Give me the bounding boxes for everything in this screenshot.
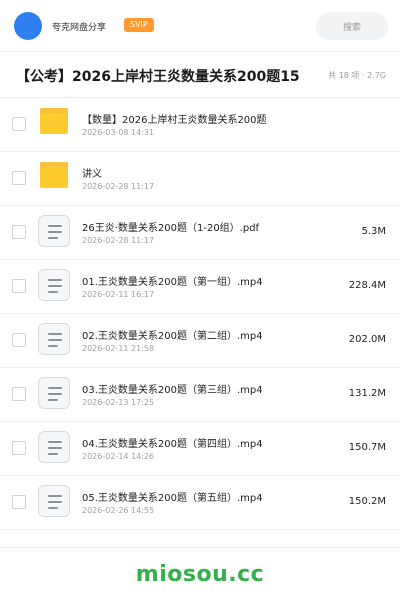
file-date: 2026-02-11 16:17 [82,290,155,299]
file-row[interactable]: 讲义 2026-02-28 11:17 [0,152,400,206]
row-checkbox[interactable] [12,171,26,185]
row-checkbox[interactable] [12,495,26,509]
document-icon [38,215,70,249]
file-row[interactable]: 05.王炎数量关系200题（第五组）.mp4 2026-02-26 14:55 … [0,476,400,530]
title-row: 【公考】2026上岸村王炎数量关系200题15 共 18 项 · 2.7G [0,52,400,98]
file-size: 131.2M [348,388,386,399]
document-icon [38,485,70,519]
file-size: 150.7M [348,442,386,453]
file-row[interactable]: 03.王炎数量关系200题（第三组）.mp4 2026-02-13 17:25 … [0,368,400,422]
avatar[interactable] [14,12,42,40]
file-date: 2026-02-11 21:58 [82,344,155,353]
file-date: 2026-02-14 14:26 [82,452,155,461]
row-checkbox[interactable] [12,117,26,131]
file-name: 02.王炎数量关系200题（第二组）.mp4 [82,331,263,342]
watermark: miosou.cc [135,561,265,587]
file-date: 2026-03-08 14:31 [82,128,155,137]
file-name: 26王炎·数量关系200题（1-20组）.pdf [82,223,260,234]
document-icon [38,269,70,303]
file-name: 【数量】2026上岸村王炎数量关系200题 [82,115,267,126]
file-row[interactable]: 02.王炎数量关系200题（第二组）.mp4 2026-02-11 21:58 … [0,314,400,368]
row-checkbox[interactable] [12,225,26,239]
row-checkbox[interactable] [12,441,26,455]
file-size: 150.2M [348,496,386,507]
file-size: 5.3M [361,226,386,237]
document-icon [38,323,70,357]
file-name: 01.王炎数量关系200题（第一组）.mp4 [82,277,263,288]
page-title: 【公考】2026上岸村王炎数量关系200题15 [16,69,300,85]
file-name: 03.王炎数量关系200题（第三组）.mp4 [82,385,263,396]
file-size: 202.0M [348,334,386,345]
row-checkbox[interactable] [12,333,26,347]
file-name: 04.王炎数量关系200题（第四组）.mp4 [82,439,263,450]
row-checkbox[interactable] [12,279,26,293]
file-row[interactable]: 26王炎·数量关系200题（1-20组）.pdf 2026-02-28 11:1… [0,206,400,260]
file-date: 2026-02-28 11:17 [82,236,155,245]
folder-icon [38,107,70,141]
search-button[interactable]: 搜索 [316,12,388,40]
file-list: 【数量】2026上岸村王炎数量关系200题 2026-03-08 14:31 讲… [0,98,400,530]
file-date: 2026-02-28 11:17 [82,182,155,191]
file-row[interactable]: 01.王炎数量关系200题（第一组）.mp4 2026-02-11 16:17 … [0,260,400,314]
footer: miosou.cc [0,547,400,600]
file-date: 2026-02-26 14:55 [82,506,155,515]
file-name: 05.王炎数量关系200题（第五组）.mp4 [82,493,263,504]
file-row[interactable]: 【数量】2026上岸村王炎数量关系200题 2026-03-08 14:31 [0,98,400,152]
svip-badge: SVIP [124,18,154,32]
file-date: 2026-02-13 17:25 [82,398,155,407]
row-checkbox[interactable] [12,387,26,401]
share-owner-name[interactable]: 夸克网盘分享 [52,20,106,33]
document-icon [38,431,70,465]
file-name: 讲义 [82,169,102,180]
file-size: 228.4M [348,280,386,291]
folder-icon [38,161,70,195]
file-row[interactable]: 04.王炎数量关系200题（第四组）.mp4 2026-02-14 14:26 … [0,422,400,476]
search-label: 搜索 [342,22,361,33]
share-header: 夸克网盘分享 SVIP 搜索 [0,0,400,52]
document-icon [38,377,70,411]
item-count-summary: 共 18 项 · 2.7G [328,71,386,80]
